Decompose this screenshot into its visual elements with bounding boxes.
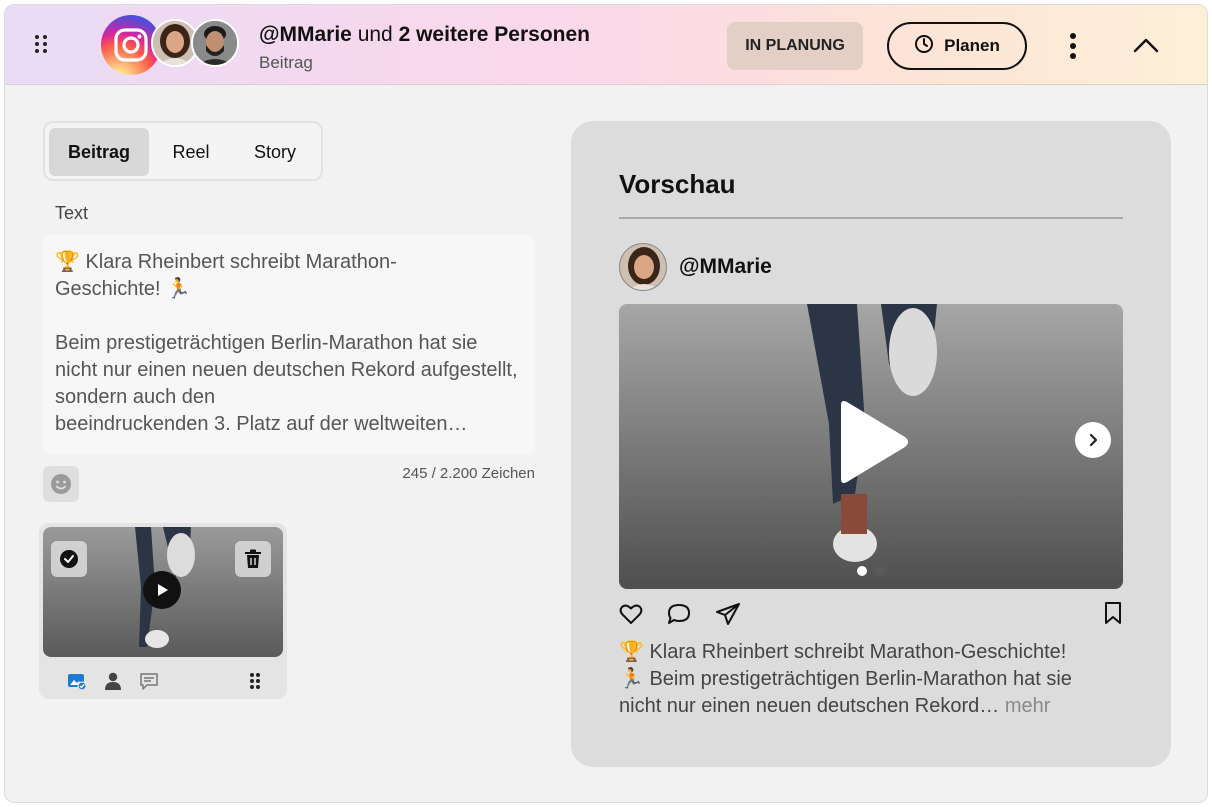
runner-icon: 🏃 xyxy=(166,278,192,300)
plan-button[interactable]: Planen xyxy=(887,22,1027,70)
caption-last-line: beeindruckenden 3. Platz auf der weltwei… xyxy=(55,413,468,435)
trophy-icon: 🏆 xyxy=(619,641,644,663)
post-card: @MMarie und 2 weitere Personen Beitrag I… xyxy=(4,4,1208,803)
grip-icon[interactable] xyxy=(245,671,265,691)
caption-line: Beim prestigeträchtigen Berlin-Marathon … xyxy=(649,668,1072,690)
clock-icon xyxy=(914,34,934,59)
heart-icon[interactable] xyxy=(619,603,643,625)
caption-line: nicht nur einen neuen deutschen Rekord… xyxy=(619,695,1000,717)
emoji-button[interactable] xyxy=(43,466,79,502)
check-icon xyxy=(60,550,78,568)
comment-icon[interactable] xyxy=(667,603,691,625)
text-label: Text xyxy=(55,203,89,223)
delete-media-button[interactable] xyxy=(235,541,271,577)
send-icon[interactable] xyxy=(715,602,741,626)
carousel-dot[interactable] xyxy=(875,566,885,576)
next-slide-button[interactable] xyxy=(1075,422,1111,458)
preview-caption: 🏆 Klara Rheinbert schreibt Marathon-Gesc… xyxy=(619,639,1129,720)
preview-actions xyxy=(619,601,1123,631)
caption-line: Klara Rheinbert schreibt Marathon-Geschi… xyxy=(649,641,1067,663)
post-accounts-title: @MMarie und 2 weitere Personen xyxy=(259,23,590,47)
account-name: @MMarie xyxy=(259,23,352,46)
avatar xyxy=(191,19,239,67)
emoji-icon xyxy=(51,474,71,494)
divider xyxy=(619,217,1123,219)
character-counter: 245 / 2.200 Zeichen xyxy=(402,465,535,482)
trophy-icon: 🏆 xyxy=(55,251,80,273)
trash-icon xyxy=(245,549,261,568)
play-icon[interactable] xyxy=(835,399,909,485)
preview-title: Vorschau xyxy=(619,169,736,199)
play-button[interactable] xyxy=(143,571,181,609)
post-type-tabs: Beitrag Reel Story xyxy=(43,121,323,181)
connector-text: und xyxy=(357,23,393,46)
tab-reel[interactable]: Reel xyxy=(157,128,225,176)
runner-icon: 🏃 xyxy=(619,668,644,690)
caption-textarea[interactable]: 🏆 Klara Rheinbert schreibt Marathon- Ges… xyxy=(43,235,535,455)
additional-accounts: 2 weitere Personen xyxy=(398,23,590,46)
tab-beitrag[interactable]: Beitrag xyxy=(49,128,149,176)
preview-panel: Vorschau @MMarie 🏆 Klara Rheinbert schre… xyxy=(571,121,1171,767)
more-link[interactable]: mehr xyxy=(1005,695,1051,717)
drag-handle-icon[interactable] xyxy=(35,35,49,55)
preview-media[interactable] xyxy=(619,304,1123,589)
caption-line: Klara Rheinbert schreibt Marathon- xyxy=(85,251,397,273)
media-item[interactable] xyxy=(39,523,287,699)
comment-icon[interactable] xyxy=(139,671,159,691)
image-check-icon[interactable] xyxy=(67,671,87,691)
caption-line: Geschichte! xyxy=(55,278,161,300)
more-vertical-icon[interactable] xyxy=(1067,33,1079,59)
chevron-up-icon[interactable] xyxy=(1131,33,1161,57)
avatar xyxy=(619,243,667,291)
post-type-label: Beitrag xyxy=(259,53,313,72)
select-toggle[interactable] xyxy=(51,541,87,577)
chevron-right-icon xyxy=(1089,433,1098,447)
status-badge: IN PLANUNG xyxy=(727,22,863,70)
plan-button-label: Planen xyxy=(944,36,1000,55)
post-header: @MMarie und 2 weitere Personen Beitrag I… xyxy=(5,5,1207,85)
bookmark-icon[interactable] xyxy=(1103,601,1123,625)
tab-story[interactable]: Story xyxy=(233,128,317,176)
person-icon[interactable] xyxy=(103,671,123,691)
caption-paragraph: Beim prestigeträchtigen Berlin-Marathon … xyxy=(55,332,518,408)
play-icon xyxy=(158,584,168,596)
preview-username: @MMarie xyxy=(679,255,772,278)
carousel-dot-active[interactable] xyxy=(857,566,867,576)
